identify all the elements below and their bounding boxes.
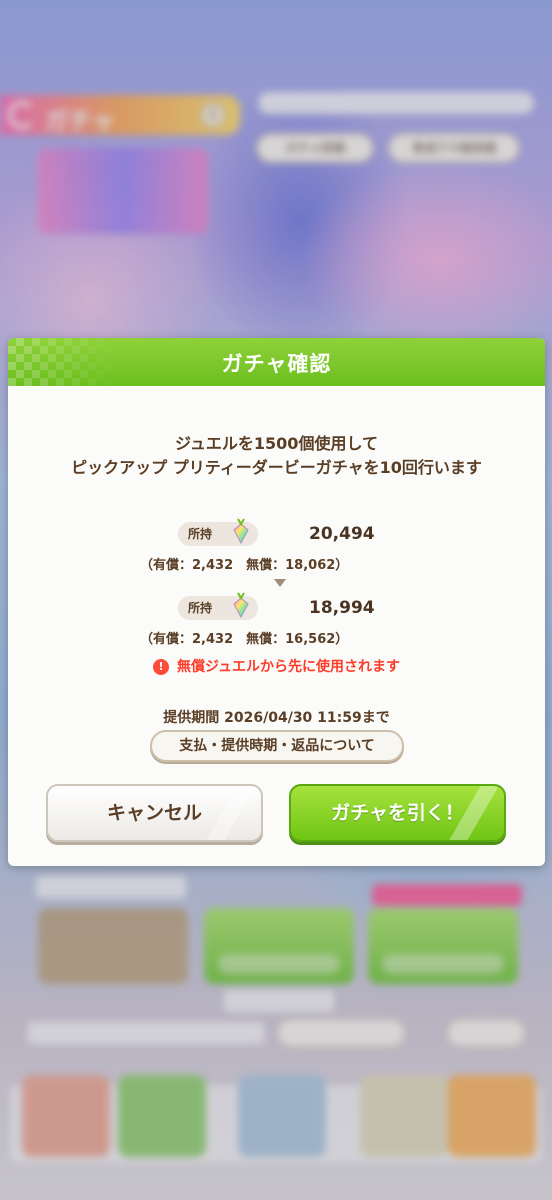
jewel-total-after: 18,994 [309, 598, 375, 618]
cancel-button[interactable]: キャンセル [46, 784, 263, 842]
jewel-icon [233, 518, 249, 544]
message-line-1: ジュエルを1500個使用して [175, 434, 378, 453]
jewel-icon [233, 592, 249, 618]
warning-icon: ! [152, 659, 169, 675]
offer-period: 提供期間 2026/04/30 11:59まで [163, 710, 390, 726]
dialog-header: ガチャ確認 [8, 338, 545, 386]
warning-row: ! 無償ジュエルから先に使用されます [8, 656, 545, 676]
jewel-breakdown-before: （有償：2,432 無償：18,062） [140, 558, 349, 573]
warning-text: 無償ジュエルから先に使用されます [176, 659, 401, 675]
gacha-confirm-dialog: ガチャ確認 ジュエルを1500個使用して ピックアップ プリティーダービーガチャ… [8, 338, 545, 866]
jewel-breakdown-after: （有償：2,432 無償：16,562） [140, 632, 349, 647]
pull-gacha-button[interactable]: ガチャを引く！ [289, 784, 506, 842]
payment-info-button[interactable]: 支払・提供時期・返品について [150, 730, 404, 762]
button-shine [201, 786, 261, 840]
button-shine [444, 786, 504, 840]
message-line-2: ピックアップ プリティーダービーガチャを10回行います [71, 458, 482, 477]
dialog-title: ガチャ確認 [221, 352, 332, 376]
arrow-down-icon [274, 579, 286, 587]
jewel-total-before: 20,494 [309, 524, 375, 544]
cancel-button-label: キャンセル [106, 802, 202, 824]
